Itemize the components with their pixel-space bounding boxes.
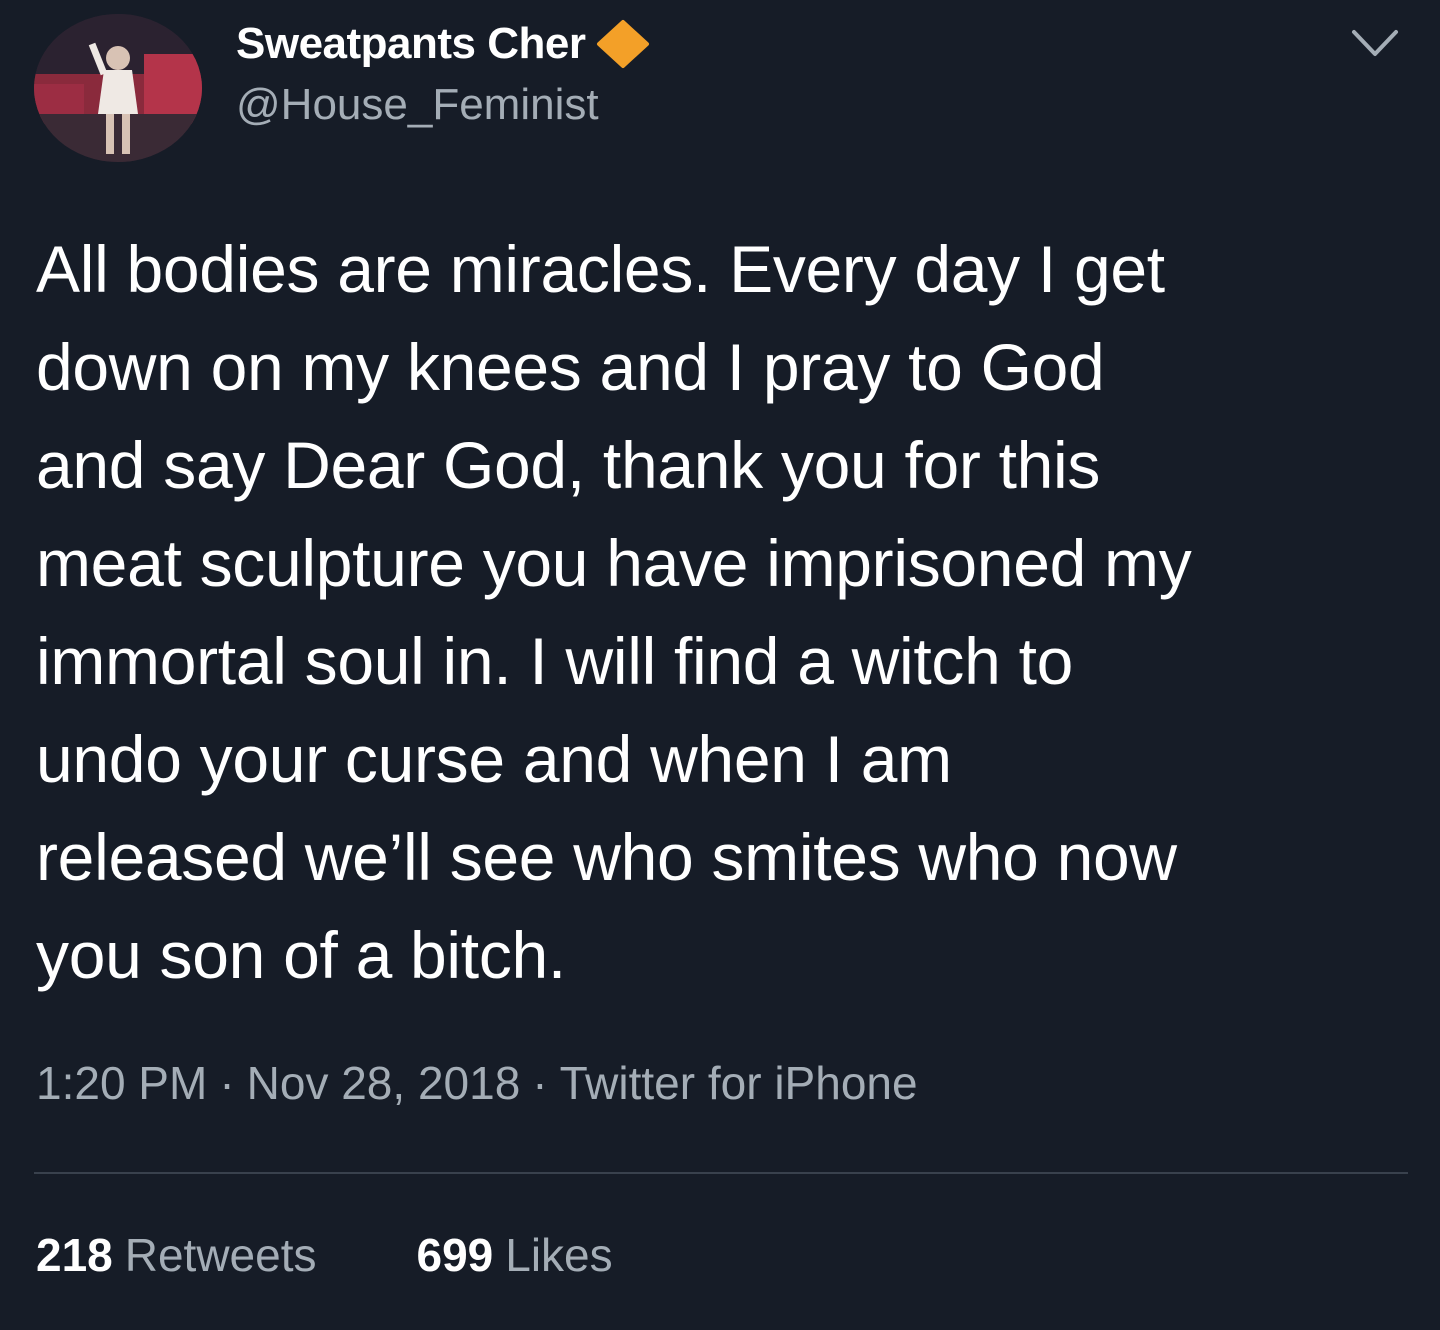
tweet-date[interactable]: Nov 28, 2018 xyxy=(247,1057,521,1109)
chevron-down-icon[interactable] xyxy=(1350,26,1400,60)
tweet-text-line: meat sculpture you have imprisoned my xyxy=(36,526,1192,600)
retweets-label: Retweets xyxy=(124,1229,317,1281)
author-avatar[interactable] xyxy=(34,14,202,162)
tweet-text: All bodies are miracles. Every day I get… xyxy=(36,220,1426,1004)
tweet-text-line: you son of a bitch. xyxy=(36,918,566,992)
tweet-text-line: and say Dear God, thank you for this xyxy=(36,428,1101,502)
tweet-text-line: released we’ll see who smites who now xyxy=(36,820,1177,894)
tweet-text-line: undo your curse and when I am xyxy=(36,722,952,796)
likes-label: Likes xyxy=(505,1229,613,1281)
tweet-time[interactable]: 1:20 PM xyxy=(36,1057,207,1109)
profile-photo xyxy=(34,14,202,162)
display-name[interactable]: Sweatpants Cher xyxy=(236,19,586,69)
engagement-stats: 218 Retweets 699 Likes xyxy=(36,1228,613,1282)
tweet-text-line: down on my knees and I pray to God xyxy=(36,330,1105,404)
tweet-text-line: All bodies are miracles. Every day I get xyxy=(36,232,1165,306)
divider xyxy=(34,1172,1408,1174)
retweets-count: 218 xyxy=(36,1229,113,1281)
orange-diamond-icon xyxy=(597,20,650,68)
retweets-stat[interactable]: 218 Retweets xyxy=(36,1228,317,1282)
meta-separator: · xyxy=(219,1057,235,1109)
meta-separator: · xyxy=(532,1057,548,1109)
tweet-source[interactable]: Twitter for iPhone xyxy=(560,1057,918,1109)
likes-count: 699 xyxy=(416,1229,494,1281)
tweet-card: Sweatpants Cher @House_Feminist All bodi… xyxy=(0,0,1440,1330)
tweet-text-line: immortal soul in. I will find a witch to xyxy=(36,624,1074,698)
likes-stat[interactable]: 699 Likes xyxy=(417,1228,613,1282)
tweet-metadata: 1:20 PM · Nov 28, 2018 · Twitter for iPhone xyxy=(36,1056,918,1110)
author-handle[interactable]: @House_Feminist xyxy=(236,80,599,130)
display-name-row: Sweatpants Cher xyxy=(236,14,653,74)
